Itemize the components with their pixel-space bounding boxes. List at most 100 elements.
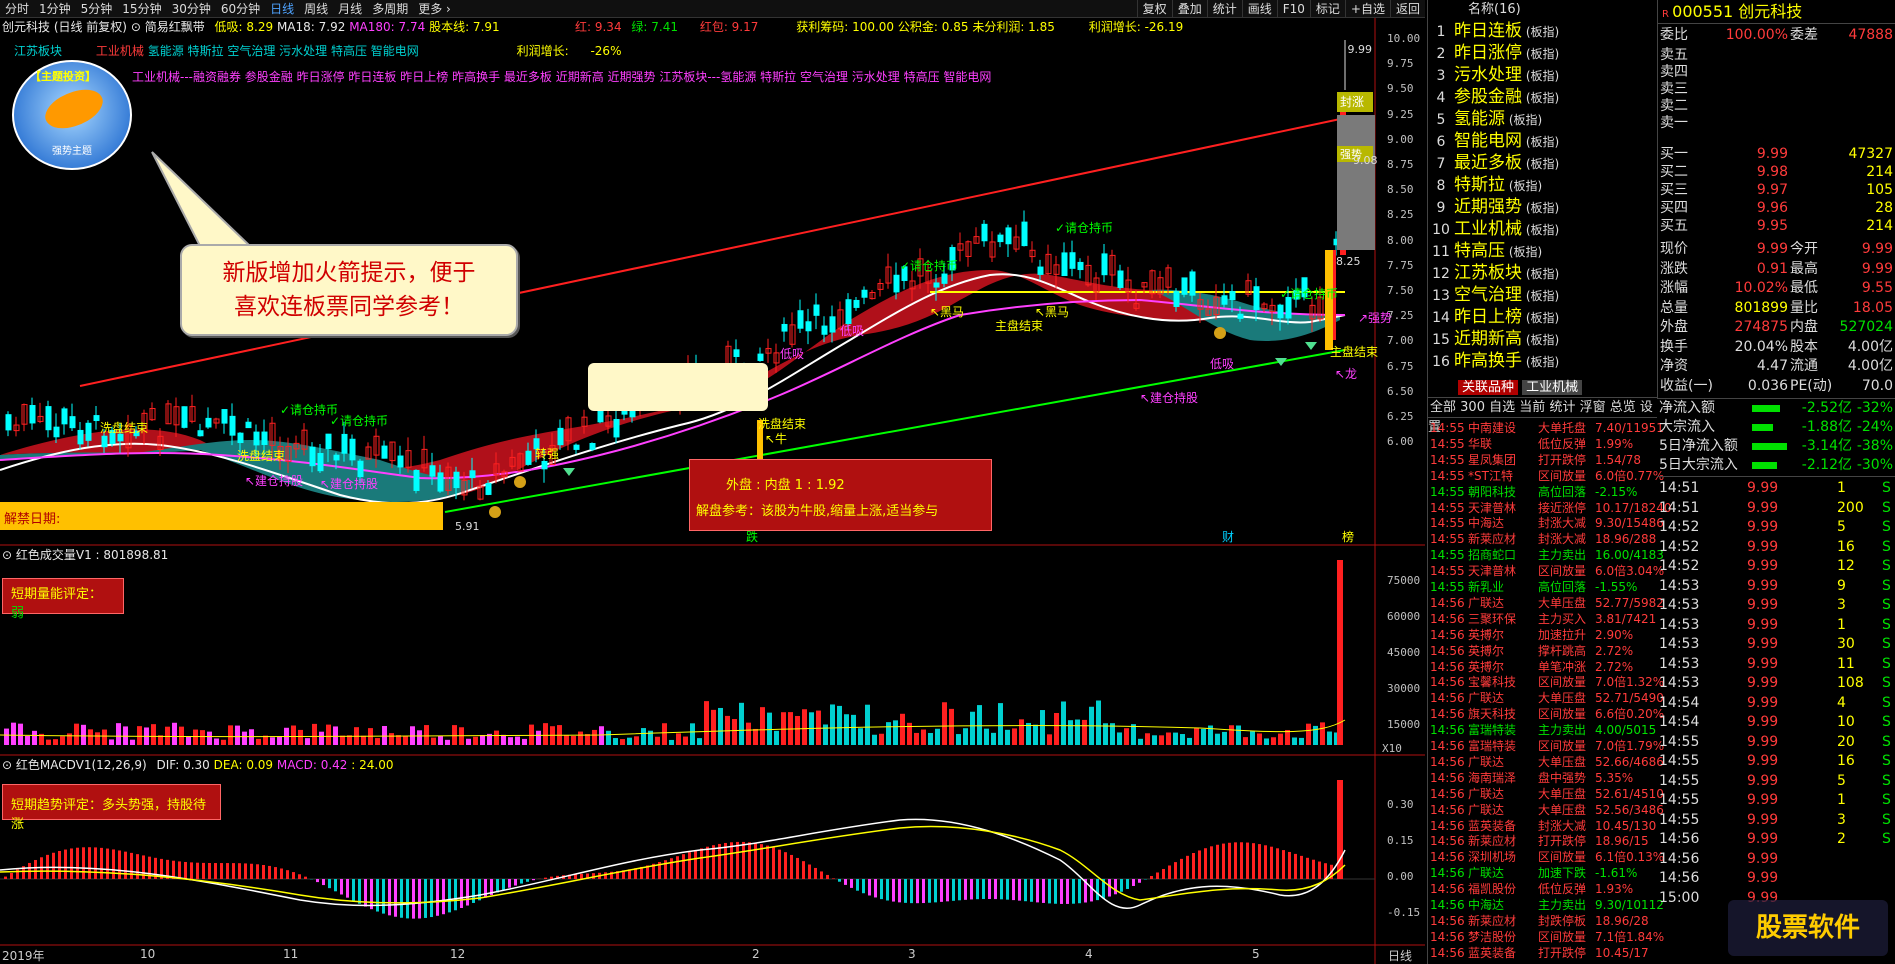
macd-bar <box>850 879 853 888</box>
plate-item[interactable]: 15 近期新高 (板指) <box>1428 328 1657 350</box>
alert-stock: 朝阳科技 <box>1468 484 1517 499</box>
macd-bar <box>808 864 811 879</box>
tick-qty: 30 <box>1837 636 1855 652</box>
alert-event: 区间放量 <box>1538 739 1587 753</box>
plate-item[interactable]: 5 氢能源 (板指) <box>1428 108 1657 130</box>
wash-end-signal: 洗盘结束 <box>237 448 285 463</box>
candle-body <box>197 430 204 437</box>
plate-item[interactable]: 16 昨高换手 (板指) <box>1428 350 1657 372</box>
candle-body <box>981 223 988 242</box>
macd-bar <box>238 863 241 879</box>
volume-bar <box>1180 734 1185 745</box>
macd-bar <box>940 879 943 902</box>
volume-bar <box>1026 722 1031 745</box>
price-tick: 7.75 <box>1387 258 1414 272</box>
alert-event: 加速拉升 <box>1538 627 1587 642</box>
candle-body <box>5 414 12 431</box>
plate-item[interactable]: 4 参股金融 (板指) <box>1428 86 1657 108</box>
volume-bar <box>1222 731 1227 745</box>
alert-value: -2.15% <box>1595 484 1638 499</box>
volume-bar <box>389 733 394 745</box>
volume-bar <box>606 730 611 745</box>
volume-bar <box>501 734 506 745</box>
alert-stock: 英搏尔 <box>1468 627 1505 642</box>
alert-value: -1.61% <box>1595 866 1638 881</box>
alert-time: 14:55 <box>1430 484 1465 499</box>
plate-item[interactable]: 9 近期强势 (板指) <box>1428 196 1657 218</box>
plate-item[interactable]: 2 昨日涨停 (板指) <box>1428 42 1657 64</box>
quote-row: 买一 9.99 47327 <box>1658 145 1895 164</box>
plate-item[interactable]: 7 最近多板 (板指) <box>1428 152 1657 174</box>
tick-qty: 16 <box>1837 753 1855 769</box>
macd-bar <box>1090 879 1093 902</box>
volume-bar <box>1054 713 1059 745</box>
tick-qty: 9 <box>1837 577 1846 594</box>
volume-bar <box>1320 722 1325 745</box>
plate-name: 昨日涨停 <box>1454 43 1522 63</box>
macd-bar <box>232 863 235 879</box>
quote-value-2: 9.99 <box>1861 241 1893 257</box>
alert-stock: 富瑞特装 <box>1468 723 1517 738</box>
plate-item[interactable]: 13 空气治理 (板指) <box>1428 284 1657 306</box>
filter-overview[interactable]: 总览 <box>1610 400 1636 415</box>
candle-body <box>77 429 84 445</box>
alert-tabs: 关联品种 工业机械 <box>1428 378 1657 398</box>
plate-list-header[interactable]: 名称(16) <box>1428 0 1657 20</box>
tab-industry[interactable]: 工业机械 <box>1522 380 1583 395</box>
alert-time: 14:56 <box>1430 866 1465 881</box>
list-marker: 榜 <box>1342 529 1354 544</box>
candle-body <box>469 470 476 479</box>
macd-bar <box>466 879 469 906</box>
macd-bar <box>508 879 511 888</box>
tab-related[interactable]: 关联品种 <box>1458 380 1519 395</box>
macd-bar <box>124 851 127 879</box>
volume-bar <box>242 731 247 745</box>
volume-bar <box>1194 728 1199 745</box>
plate-item[interactable]: 3 污水处理 (板指) <box>1428 64 1657 86</box>
alert-event: 封涨大减 <box>1538 516 1587 531</box>
tick-time: 14:56 <box>1659 831 1700 847</box>
filter-all[interactable]: 全部 <box>1430 400 1456 415</box>
alert-value: 6.0倍3.04% <box>1595 564 1665 579</box>
volume-bar <box>1124 728 1129 745</box>
plate-item[interactable]: 10 工业机械 (板指) <box>1428 218 1657 240</box>
fund-flow-row: 净流入额 -2.52亿 -32% <box>1657 399 1895 418</box>
quote-value-2: 214 <box>1866 218 1893 234</box>
macd-bar <box>880 879 883 900</box>
alert-time: 14:56 <box>1430 850 1465 865</box>
macd-bar <box>274 867 277 879</box>
tick-qty: 1 <box>1837 480 1846 496</box>
filter-watchlist[interactable]: 自选 <box>1489 400 1515 415</box>
macd-bar <box>1162 868 1165 879</box>
macd-bar <box>4 876 7 879</box>
candle-body <box>613 418 620 438</box>
macd-bar <box>82 847 85 879</box>
macd-bar <box>712 845 715 879</box>
filter-float[interactable]: 浮窗 <box>1580 400 1606 415</box>
x-axis-mode[interactable]: 日线 <box>1388 947 1412 964</box>
alert-value: 7.0倍1.32% <box>1595 675 1665 690</box>
quote-label: 涨幅 <box>1660 280 1688 296</box>
plate-item[interactable]: 8 特斯拉 (板指) <box>1428 174 1657 196</box>
filter-stats[interactable]: 统计 <box>1549 400 1575 415</box>
price-tick: 6.00 <box>1387 435 1414 449</box>
plate-item[interactable]: 11 特高压 (板指) <box>1428 240 1657 262</box>
tick-row: 14:52 9.99 12 S <box>1657 557 1895 576</box>
alert-event: 盘中强势 <box>1538 770 1587 785</box>
plate-item[interactable]: 12 江苏板块 (板指) <box>1428 262 1657 284</box>
candle-body <box>1173 291 1180 307</box>
macd-bar <box>106 848 109 879</box>
filter-300[interactable]: 300 <box>1460 400 1485 415</box>
main-end-signal: 主盘结束 <box>995 318 1043 333</box>
plate-item[interactable]: 6 智能电网 (板指) <box>1428 130 1657 152</box>
volume-bar <box>529 724 534 745</box>
candle-body <box>1117 270 1124 288</box>
tick-row: 14:56 9.99 <box>1657 850 1895 869</box>
filter-current[interactable]: 当前 <box>1519 400 1545 415</box>
price-tick: 7.25 <box>1387 309 1414 323</box>
theme-investing-logo[interactable]: 【主题投资】 强势主题 <box>12 60 132 170</box>
tick-price: 9.99 <box>1747 616 1779 633</box>
plate-item[interactable]: 14 昨日上榜 (板指) <box>1428 306 1657 328</box>
plate-item[interactable]: 1 昨日连板 (板指) <box>1428 20 1657 42</box>
alert-stock: 新莱应材 <box>1468 834 1517 849</box>
